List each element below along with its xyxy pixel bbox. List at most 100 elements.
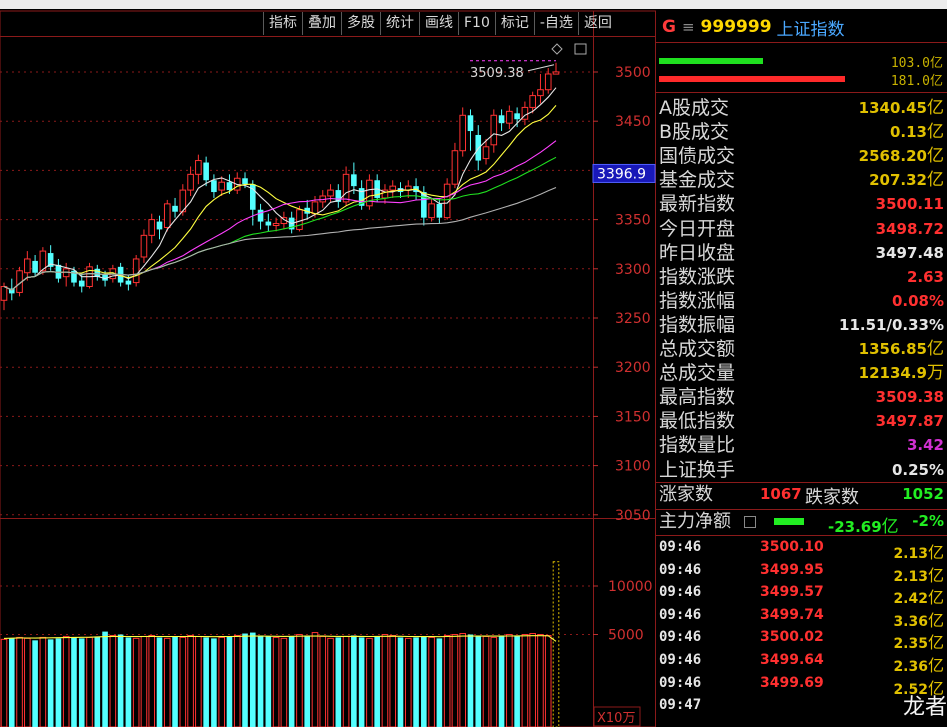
volume-bar (421, 636, 427, 727)
candle-body (78, 280, 85, 287)
volume-bar (506, 634, 513, 727)
stat-label: 指数涨跌 (659, 265, 736, 288)
volume-unit-label: X10万 (597, 711, 635, 726)
candle-body (459, 114, 467, 152)
candle-body (544, 73, 552, 91)
tick-row: 09:46 3499.57 2.42亿 (656, 584, 947, 607)
volume-bar (32, 640, 38, 727)
volume-bar (537, 634, 544, 727)
multi-stock-button[interactable]: 多股 (341, 12, 380, 35)
candle-body (552, 71, 560, 75)
candle-body (490, 114, 498, 146)
kline-chart[interactable]: 3500345034003350330032503200315031003050… (0, 0, 656, 727)
main-flow-label: 主力净额 (659, 511, 731, 532)
candle-body (428, 203, 435, 219)
stat-value: 2.63 (906, 267, 944, 286)
volume-bar (397, 637, 404, 727)
stat-value: 0.08% (891, 291, 944, 310)
stat-row: 最高指数 3509.38 (656, 385, 947, 409)
candle-body (498, 115, 505, 124)
stat-value: 1340.45亿 (858, 98, 944, 118)
stat-row: 国债成交 2568.20亿 (656, 144, 947, 168)
volume-bar (62, 635, 70, 727)
stat-value: 3500.11 (875, 195, 944, 214)
volume-bar (249, 632, 256, 727)
stat-value: 207.32亿 (869, 170, 944, 191)
high-label: 3509.38 (470, 66, 524, 81)
tick-amount: 2.36亿 (893, 656, 944, 675)
tick-row: 09:46 3499.74 3.36亿 (656, 607, 947, 630)
buy-power-bar (659, 58, 763, 64)
price-tag-label: 3396.9 (597, 166, 646, 182)
stat-label: 指数振幅 (659, 313, 736, 336)
candle-body (366, 179, 373, 207)
volume-bar (102, 631, 108, 727)
volume-bar (366, 637, 373, 727)
stat-label: 国债成交 (659, 145, 736, 168)
candle-body (506, 110, 513, 124)
menu-icon[interactable]: ≡ (682, 18, 695, 36)
stat-value: 0.25% (891, 460, 944, 479)
high-pointer (527, 64, 555, 72)
stat-label: A股成交 (659, 97, 729, 119)
candle-body (529, 95, 536, 108)
tick-time: 09:47 (659, 697, 702, 714)
volume-bar (342, 635, 350, 727)
volume-bar (179, 636, 187, 727)
price-axis-label: 3300 (615, 262, 651, 278)
volume-bar (86, 636, 93, 727)
mark-button[interactable]: 标记 (494, 12, 534, 35)
volume-bar (428, 636, 435, 727)
volume-bar (195, 635, 202, 727)
indicator-button[interactable]: 指标 (263, 12, 302, 35)
stat-label: 指数涨幅 (659, 289, 736, 312)
overlay-button[interactable]: 叠加 (302, 12, 341, 35)
stat-label: 总成交额 (659, 338, 736, 360)
volume-bar (211, 638, 217, 727)
tick-time: 09:46 (659, 539, 702, 555)
candle-body (436, 203, 443, 218)
remove-watchlist-button[interactable]: -自选 (533, 12, 578, 35)
tick-row: 09:46 3500.10 2.13亿 (656, 539, 947, 562)
stat-label: B股成交 (659, 121, 730, 144)
stat-row: 指数涨跌 2.63 (656, 265, 947, 289)
tick-time: 09:46 (659, 584, 702, 601)
stat-label: 上证换手 (659, 458, 736, 481)
volume-bar (233, 634, 241, 727)
candle-body (163, 203, 171, 228)
stat-value: 3498.72 (875, 219, 944, 238)
candle-body (265, 221, 272, 226)
candle-body (467, 115, 474, 132)
candle-body (226, 182, 233, 191)
group-flag: G (662, 17, 676, 37)
candle-body (195, 160, 202, 175)
volume-bar (498, 635, 505, 727)
tick-time: 09:46 (659, 674, 702, 691)
statistics-button[interactable]: 统计 (380, 12, 419, 35)
volume-bar (521, 634, 529, 727)
volume-bar (71, 637, 77, 727)
volume-bar (467, 634, 474, 727)
stat-row: 指数振幅 11.51/0.33% (656, 313, 947, 337)
volume-bar (482, 635, 490, 727)
list-icon[interactable] (744, 516, 756, 528)
draw-line-button[interactable]: 画线 (419, 12, 458, 35)
candle-body (203, 162, 209, 181)
stat-row: 总成交额 1356.85亿 (656, 337, 947, 361)
price-axis-label: 3100 (615, 459, 651, 475)
tick-price: 3499.74 (760, 606, 824, 623)
stock-code: 999999 (700, 17, 772, 37)
candle-body (327, 189, 334, 197)
candle-body (514, 113, 520, 120)
back-button[interactable]: 返回 (577, 12, 617, 35)
candle-body (218, 181, 225, 191)
candle-body (132, 258, 140, 284)
quote-panel: G ≡ 999999 上证指数 103.0亿 181.0亿 A股成交 1340.4… (656, 12, 947, 727)
tick-time: 09:46 (659, 652, 702, 668)
f10-button[interactable]: F10 (458, 12, 495, 35)
candle-body (140, 234, 148, 258)
volume-bar (187, 634, 194, 727)
price-axis-label: 3500 (615, 65, 651, 81)
main-flow-row: 主力净额 -23.69亿 -2% (656, 510, 947, 537)
stat-row: 昨日收盘 3497.48 (656, 241, 947, 265)
